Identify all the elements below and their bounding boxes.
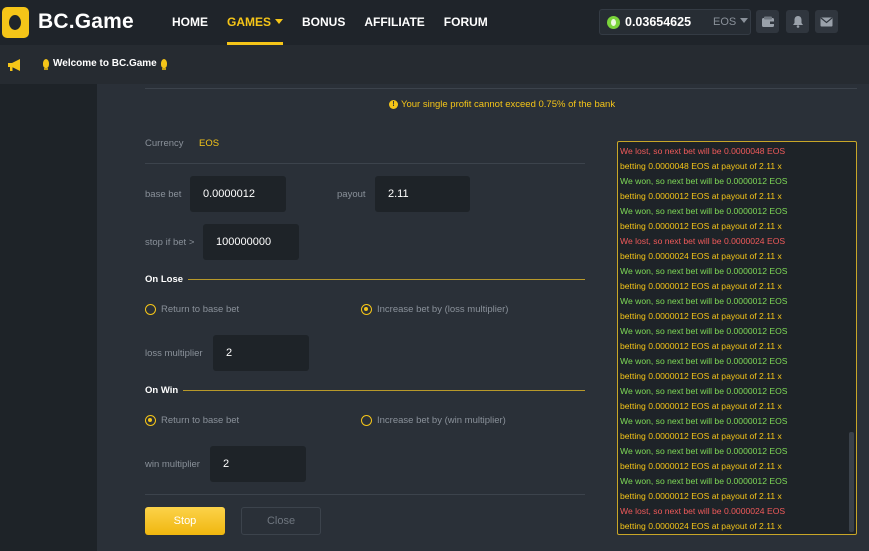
log-line: betting 0.0000012 EOS at payout of 2.11 … xyxy=(620,221,782,231)
loss-multiplier-label: loss multiplier xyxy=(145,348,203,359)
brand-name: BC.Game xyxy=(38,10,134,33)
log-line: betting 0.0000012 EOS at payout of 2.11 … xyxy=(620,341,782,351)
on-win-increase-radio[interactable]: Increase bet by (win multiplier) xyxy=(361,415,506,426)
wallet-icon xyxy=(761,16,774,27)
base-bet-label: base bet xyxy=(145,189,182,200)
radio-checked-icon xyxy=(145,415,156,426)
on-lose-increase-radio[interactable]: Increase bet by (loss multiplier) xyxy=(361,304,508,315)
divider xyxy=(145,494,585,495)
log-line: We won, so next bet will be 0.0000012 EO… xyxy=(620,206,788,216)
balance-amount: 0.03654625 xyxy=(625,15,692,29)
on-lose-title: On Lose xyxy=(145,274,184,285)
log-lines: We lost, so next bet will be 0.0000048 E… xyxy=(620,144,846,535)
top-navbar: BC.Game HOME GAMES BONUS AFFILIATE FORUM… xyxy=(0,0,869,45)
win-multiplier-label: win multiplier xyxy=(145,459,200,470)
divider xyxy=(145,88,857,89)
log-line: We won, so next bet will be 0.0000012 EO… xyxy=(620,266,788,276)
log-line: We won, so next bet will be 0.0000012 EO… xyxy=(620,476,788,486)
megaphone-icon[interactable] xyxy=(7,58,23,72)
on-win-return-radio[interactable]: Return to base bet xyxy=(145,415,239,426)
bet-log[interactable]: We lost, so next bet will be 0.0000048 E… xyxy=(617,141,857,535)
log-line: betting 0.0000012 EOS at payout of 2.11 … xyxy=(620,401,782,411)
log-line: We won, so next bet will be 0.0000012 EO… xyxy=(620,356,788,366)
stop-button[interactable]: Stop xyxy=(145,507,225,535)
eos-coin-icon xyxy=(607,15,620,29)
loss-multiplier-input[interactable]: 2 xyxy=(213,335,309,371)
nav-home[interactable]: HOME xyxy=(172,0,208,45)
lightbulb-icon xyxy=(160,59,167,70)
log-line: betting 0.0000012 EOS at payout of 2.11 … xyxy=(620,491,782,501)
chevron-down-icon xyxy=(740,18,749,23)
log-line: We won, so next bet will be 0.0000012 EO… xyxy=(620,416,788,426)
stop-if-bet-input[interactable]: 100000000 xyxy=(203,224,299,260)
chevron-down-icon xyxy=(275,19,284,24)
on-lose-return-radio[interactable]: Return to base bet xyxy=(145,304,239,315)
log-line: betting 0.0000012 EOS at payout of 2.11 … xyxy=(620,461,782,471)
messages-button[interactable] xyxy=(815,10,838,33)
nav-games[interactable]: GAMES xyxy=(227,0,284,45)
brand-logo[interactable]: BC.Game xyxy=(2,6,134,38)
lightbulb-icon xyxy=(43,59,49,70)
notifications-button[interactable] xyxy=(786,10,809,33)
main-nav: HOME GAMES BONUS AFFILIATE FORUM xyxy=(172,0,507,45)
base-bet-input[interactable]: 0.0000012 xyxy=(190,176,286,212)
stop-if-bet-label: stop if bet > xyxy=(145,237,195,248)
log-line: We lost, so next bet will be 0.0000024 E… xyxy=(620,506,786,516)
currency-value[interactable]: EOS xyxy=(199,138,219,149)
info-icon: ! xyxy=(389,100,398,109)
log-line: We won, so next bet will be 0.0000012 EO… xyxy=(620,176,788,186)
payout-label: payout xyxy=(337,189,366,200)
currency-label: Currency xyxy=(145,138,184,149)
radio-checked-icon xyxy=(361,304,372,315)
log-line: betting 0.0000012 EOS at payout of 2.11 … xyxy=(620,311,782,321)
log-line: betting 0.0000012 EOS at payout of 2.11 … xyxy=(620,191,782,201)
welcome-message: Welcome to BC.Game xyxy=(39,58,171,70)
nav-affiliate[interactable]: AFFILIATE xyxy=(364,0,424,45)
log-line: We won, so next bet will be 0.0000012 EO… xyxy=(620,534,846,535)
log-line: betting 0.0000024 EOS at payout of 2.11 … xyxy=(620,251,782,261)
log-line: betting 0.0000012 EOS at payout of 2.11 … xyxy=(620,371,782,381)
radio-icon xyxy=(145,304,156,315)
log-line: betting 0.0000024 EOS at payout of 2.11 … xyxy=(620,521,782,531)
log-line: betting 0.0000012 EOS at payout of 2.11 … xyxy=(620,281,782,291)
profit-limit-note: ! Your single profit cannot exceed 0.75%… xyxy=(389,99,615,110)
announcement-bar: Welcome to BC.Game xyxy=(0,45,869,84)
on-win-title: On Win xyxy=(145,385,179,396)
section-divider xyxy=(188,279,585,280)
log-line: betting 0.0000048 EOS at payout of 2.11 … xyxy=(620,161,782,171)
log-line: We lost, so next bet will be 0.0000024 E… xyxy=(620,236,786,246)
log-line: We won, so next bet will be 0.0000012 EO… xyxy=(620,446,788,456)
divider xyxy=(145,163,585,164)
log-line: We won, so next bet will be 0.0000012 EO… xyxy=(620,386,788,396)
left-sidebar xyxy=(0,84,97,551)
log-line: We won, so next bet will be 0.0000012 EO… xyxy=(620,296,788,306)
log-line: We won, so next bet will be 0.0000012 EO… xyxy=(620,326,788,336)
radio-icon xyxy=(361,415,372,426)
mail-icon xyxy=(820,17,833,26)
logo-icon xyxy=(2,6,29,38)
wallet-button[interactable] xyxy=(756,10,779,33)
section-divider xyxy=(183,390,585,391)
log-line: betting 0.0000012 EOS at payout of 2.11 … xyxy=(620,431,782,441)
log-scrollbar[interactable] xyxy=(849,432,854,532)
win-multiplier-input[interactable]: 2 xyxy=(210,446,306,482)
close-button[interactable]: Close xyxy=(241,507,321,535)
currency-selector[interactable]: EOS xyxy=(713,16,749,28)
payout-input[interactable]: 2.11 xyxy=(375,176,470,212)
nav-forum[interactable]: FORUM xyxy=(444,0,488,45)
bell-icon xyxy=(792,16,803,28)
nav-bonus[interactable]: BONUS xyxy=(302,0,345,45)
wallet-balance[interactable]: 0.03654625 EOS xyxy=(599,9,751,35)
log-line: We lost, so next bet will be 0.0000048 E… xyxy=(620,146,786,156)
